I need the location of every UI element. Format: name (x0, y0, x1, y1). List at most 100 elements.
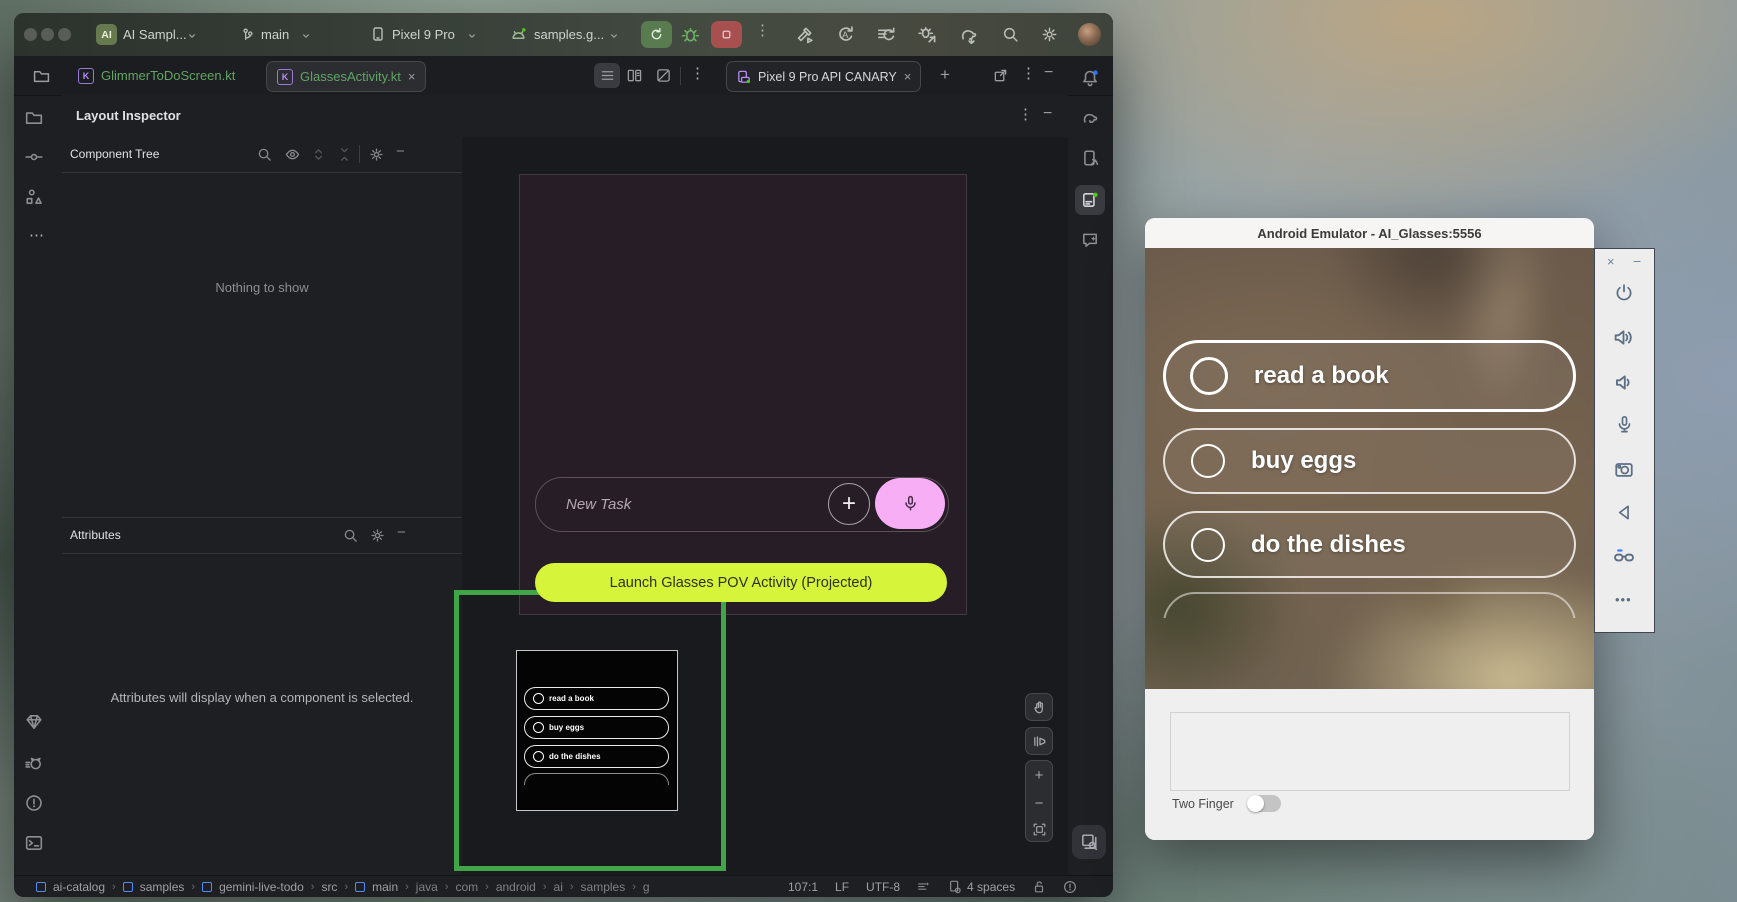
avatar[interactable] (1078, 23, 1101, 46)
todo-pill[interactable]: read a book (524, 687, 669, 710)
visibility-eye-icon[interactable] (285, 147, 300, 162)
camera-icon[interactable] (1614, 459, 1634, 479)
running-device-tab[interactable]: Pixel 9 Pro API CANARY × (726, 61, 921, 92)
volume-down-icon[interactable] (1613, 372, 1634, 393)
breadcrumb-item[interactable]: gemini-live-todo (219, 880, 304, 894)
build-run-icon[interactable] (795, 25, 814, 44)
inspector-more-actions[interactable]: ⋮ (1018, 110, 1033, 120)
collapse-all-icon[interactable] (337, 147, 352, 162)
stop-button[interactable] (711, 21, 742, 48)
rerun-button[interactable] (641, 21, 672, 48)
hide-panel-button[interactable]: − (396, 143, 405, 160)
commit-tool-icon[interactable] (25, 148, 43, 166)
microphone-icon[interactable] (1615, 415, 1634, 434)
hide-panel-button[interactable]: − (397, 524, 406, 541)
volume-up-icon[interactable] (1613, 327, 1634, 348)
device-manager-icon[interactable] (1081, 149, 1099, 167)
project-selector[interactable]: AI Sampl... (123, 13, 187, 56)
close-device-tab-icon[interactable]: × (904, 70, 912, 83)
structure-tool-icon[interactable] (25, 188, 43, 206)
inspector-minimize-button[interactable]: − (1043, 105, 1052, 123)
breadcrumb-item[interactable]: com (455, 880, 478, 894)
inspection-status-icon[interactable] (1063, 880, 1077, 894)
add-tab-button[interactable]: + (940, 65, 950, 85)
3d-mode-button[interactable] (1025, 727, 1053, 755)
settings-gear-icon[interactable] (370, 528, 385, 543)
emulator-minimize-button[interactable]: − (1633, 254, 1641, 268)
formatter-icon[interactable] (917, 880, 931, 894)
breadcrumb-item[interactable]: java (416, 880, 438, 894)
todo-pill[interactable]: do the dishes (1163, 511, 1576, 578)
attach-debugger-icon[interactable] (918, 25, 937, 44)
run-more-actions[interactable]: ⋮ (755, 26, 770, 36)
app-quality-insights-icon[interactable] (25, 713, 43, 731)
settings-gear-icon[interactable] (369, 147, 384, 162)
debug-button[interactable] (681, 25, 700, 44)
problems-icon[interactable] (25, 794, 43, 812)
indent-setting[interactable]: 4 spaces (967, 880, 1015, 894)
breadcrumb-item[interactable]: ai-catalog (53, 880, 105, 894)
breadcrumb-item[interactable]: samples (581, 880, 626, 894)
folder-icon[interactable] (33, 67, 50, 84)
emulator-close-button[interactable]: × (1607, 255, 1615, 269)
voice-input-button[interactable] (875, 478, 945, 529)
glasses-icon[interactable] (1613, 545, 1635, 567)
editor-more-actions[interactable]: ⋮ (690, 69, 705, 79)
emulator-screen[interactable]: read a book buy eggs do the dishes (1145, 248, 1594, 689)
running-devices-tool-button[interactable] (1075, 185, 1105, 215)
zoom-out-button[interactable]: − (1035, 795, 1044, 812)
touchpad-area[interactable] (1170, 712, 1570, 791)
launch-glasses-pov-button[interactable]: Launch Glasses POV Activity (Projected) (535, 563, 947, 602)
logcat-icon[interactable] (25, 754, 43, 772)
run-configuration-selector[interactable]: samples.g... (534, 13, 604, 56)
run-with-coverage-icon[interactable]: A (836, 25, 855, 44)
two-finger-toggle[interactable] (1247, 795, 1281, 812)
layout-inspector-snapshot-button[interactable] (1072, 825, 1106, 859)
breadcrumb-item[interactable]: main (372, 880, 398, 894)
search-icon[interactable] (343, 528, 358, 543)
close-tab-icon[interactable]: × (408, 70, 416, 83)
device-tab-more-actions[interactable]: ⋮ (1021, 69, 1036, 79)
run-target-selector[interactable]: Pixel 9 Pro (392, 13, 455, 56)
caret-position[interactable]: 107:1 (788, 880, 818, 894)
line-separator[interactable]: LF (835, 880, 849, 894)
breadcrumb[interactable]: ai-catalog› samples› gemini-live-todo› s… (36, 876, 650, 897)
split-view-icon[interactable] (627, 68, 642, 83)
search-icon[interactable] (1002, 26, 1019, 43)
back-button-icon[interactable] (1615, 503, 1634, 522)
open-in-window-icon[interactable] (993, 68, 1008, 83)
expand-all-icon[interactable] (311, 147, 326, 162)
window-zoom-button[interactable] (58, 28, 71, 41)
hide-tool-window-button[interactable]: − (1044, 64, 1053, 82)
gradle-sync-icon[interactable] (959, 25, 978, 44)
todo-pill[interactable]: buy eggs (524, 716, 669, 739)
gradle-tool-icon[interactable] (1081, 109, 1099, 127)
todo-pill[interactable]: do the dishes (524, 745, 669, 768)
tab-glimmer-todo-screen[interactable]: K GlimmerToDoScreen.kt (70, 61, 243, 90)
notifications-bell-icon[interactable] (1081, 69, 1099, 87)
branch-selector[interactable]: main (261, 13, 289, 56)
window-minimize-button[interactable] (41, 28, 54, 41)
breadcrumb-item[interactable]: g (643, 880, 650, 894)
more-tool-windows-icon[interactable]: ⋯ (29, 231, 45, 241)
gemini-chat-icon[interactable] (1081, 231, 1099, 249)
breadcrumb-item[interactable]: src (321, 880, 337, 894)
zoom-fit-icon[interactable] (1033, 823, 1046, 836)
add-task-button[interactable]: + (828, 483, 870, 525)
todo-pill[interactable]: buy eggs (1163, 428, 1576, 494)
window-close-button[interactable] (24, 28, 37, 41)
more-options-icon[interactable]: ••• (1615, 593, 1632, 607)
editor-list-view-button[interactable] (594, 63, 620, 88)
file-encoding[interactable]: UTF-8 (866, 880, 900, 894)
pan-tool-button[interactable] (1025, 693, 1053, 721)
breadcrumb-item[interactable]: android (496, 880, 536, 894)
zoom-in-button[interactable]: + (1035, 767, 1044, 784)
settings-gear-icon[interactable] (1041, 26, 1058, 43)
todo-pill-selected[interactable]: read a book (1163, 340, 1576, 412)
power-button-icon[interactable] (1614, 283, 1634, 303)
terminal-icon[interactable] (25, 834, 43, 852)
unlocked-padlock-icon[interactable] (1032, 880, 1046, 894)
preview-image-icon[interactable] (656, 68, 671, 83)
breadcrumb-item[interactable]: samples (140, 880, 185, 894)
breadcrumb-item[interactable]: ai (554, 880, 563, 894)
